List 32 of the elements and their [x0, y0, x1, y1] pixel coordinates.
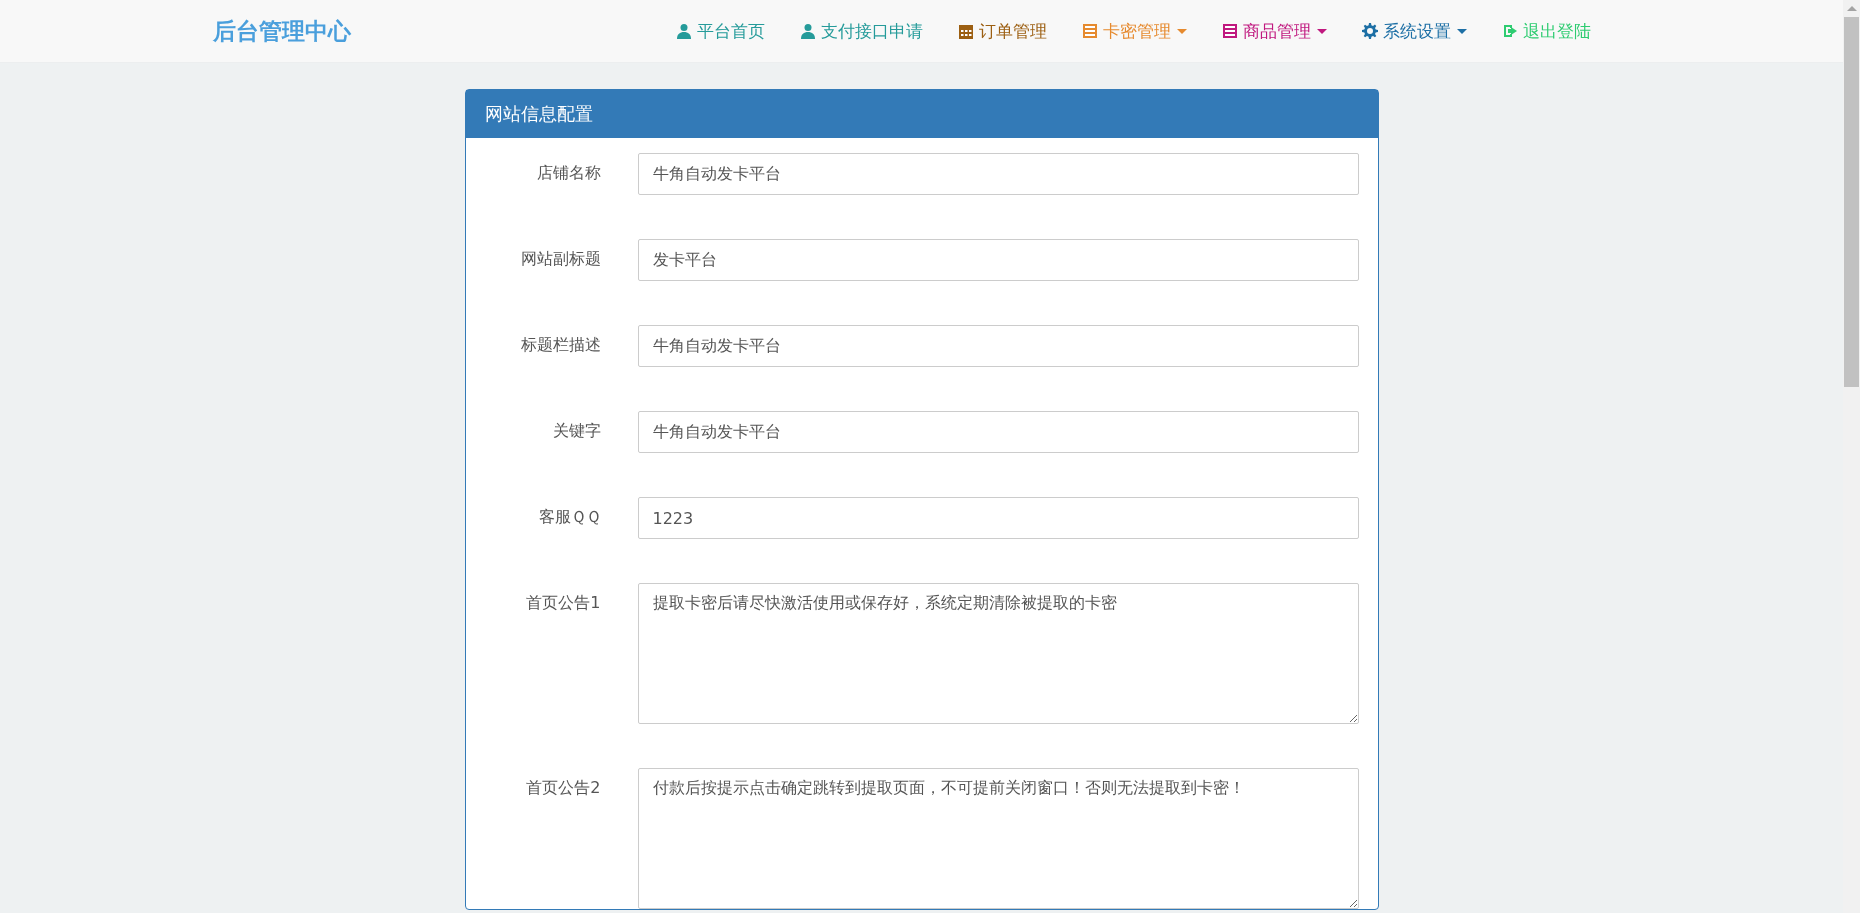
panel-title: 网站信息配置 [484, 102, 593, 126]
calendar-icon [958, 23, 974, 39]
text-field[interactable]: 牛角自动发卡平台 [637, 411, 1359, 453]
user-icon [800, 23, 816, 39]
field-label: 店铺名称 [535, 162, 601, 184]
text-area[interactable]: 提取卡密后请尽快激活使用或保存好，系统定期清除被提取的卡密 [637, 583, 1359, 724]
nav-link[interactable]: 订单管理 [958, 19, 1047, 43]
logout-icon [1502, 23, 1518, 39]
field-label: 关键字 [551, 420, 601, 442]
text-field[interactable]: 发卡平台 [637, 239, 1359, 281]
list-icon [1082, 23, 1098, 39]
caret-icon [1317, 28, 1327, 34]
nav-link[interactable]: 系统设置 [1362, 19, 1467, 43]
nav-link[interactable]: 平台首页 [676, 19, 765, 43]
field-label: 客服ＱＱ [537, 506, 601, 528]
field-label: 首页公告1 [525, 592, 601, 614]
scrollbar-thumb[interactable] [1844, 17, 1859, 387]
field-label: 网站副标题 [519, 248, 601, 270]
field-label: 标题栏描述 [519, 334, 601, 356]
list-icon [1222, 23, 1238, 39]
caret-icon [1457, 28, 1467, 34]
caret-icon [1177, 28, 1187, 34]
scroll-up-icon[interactable] [1846, 6, 1857, 11]
text-area[interactable]: 付款后按提示点击确定跳转到提取页面，不可提前关闭窗口！否则无法提取到卡密！ [637, 768, 1359, 909]
nav-link[interactable]: 商品管理 [1222, 19, 1327, 43]
text-field[interactable]: 牛角自动发卡平台 [637, 153, 1359, 195]
nav-link[interactable]: 支付接口申请 [800, 19, 923, 43]
text-field[interactable]: 1223 [637, 497, 1359, 539]
user-icon [676, 23, 692, 39]
field-label: 首页公告2 [525, 777, 601, 799]
settings-icon [1362, 23, 1378, 39]
text-field[interactable]: 牛角自动发卡平台 [637, 325, 1359, 367]
